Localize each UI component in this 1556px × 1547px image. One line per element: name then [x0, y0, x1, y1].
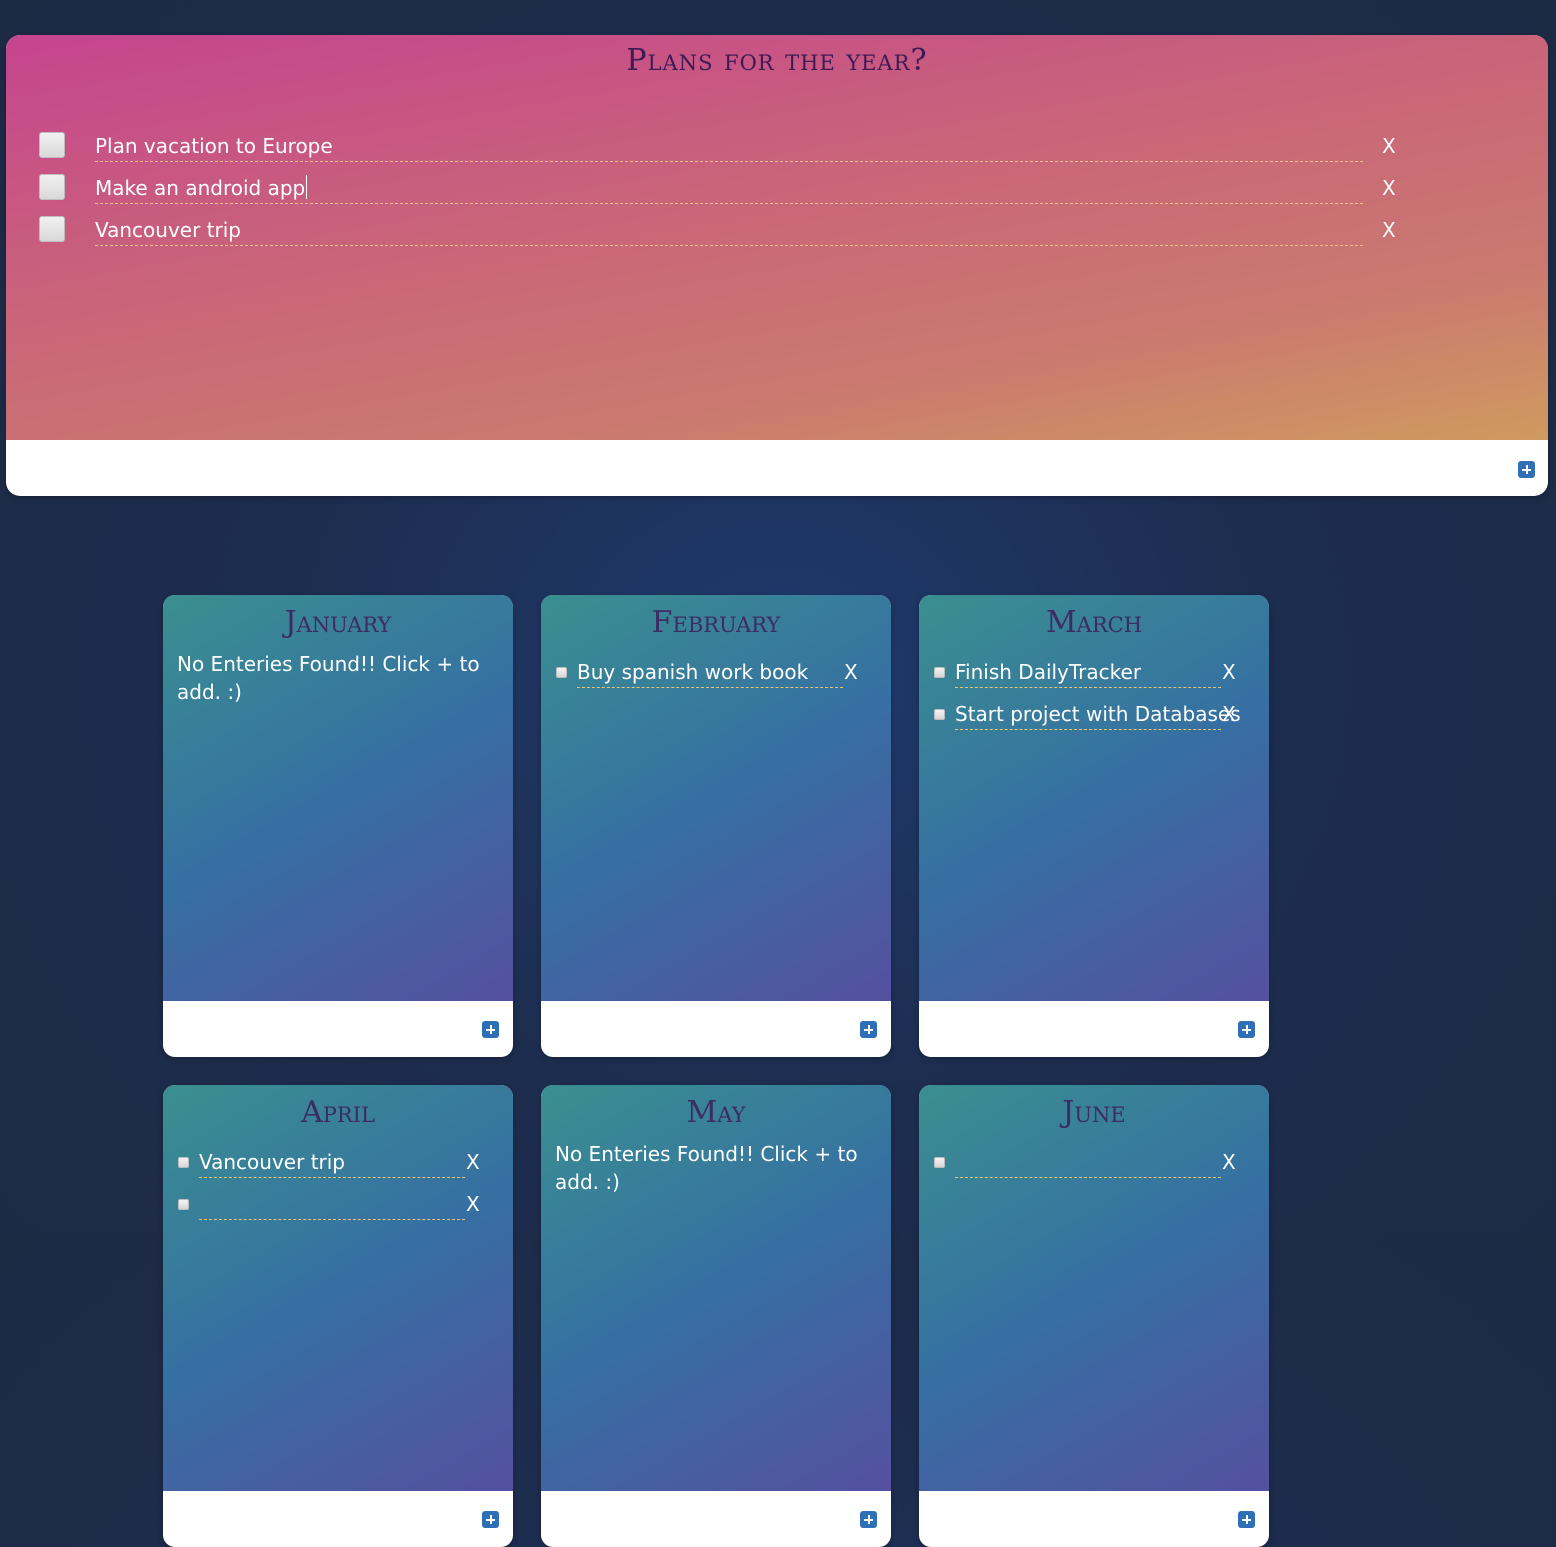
month-card-june: June X — [919, 1085, 1269, 1547]
month-item-checkbox[interactable] — [934, 709, 945, 720]
delete-item-button[interactable]: X — [1382, 173, 1396, 203]
month-title: January — [284, 605, 392, 640]
year-item-text-value: Make an android app — [95, 176, 306, 200]
year-plans-title: Plans for the year? — [626, 43, 928, 78]
text-cursor — [306, 175, 308, 199]
delete-item-button[interactable]: X — [1222, 699, 1236, 729]
delete-item-button[interactable]: X — [466, 1147, 480, 1177]
month-title: May — [686, 1095, 746, 1130]
month-item: Finish DailyTracker X — [919, 653, 1269, 695]
month-item: Start project with Databases X — [919, 695, 1269, 737]
add-month-item-button[interactable] — [1238, 1021, 1255, 1038]
delete-item-button[interactable]: X — [1222, 657, 1236, 687]
month-card-may: May No Enteries Found!! Click + to add. … — [541, 1085, 891, 1547]
year-item: Plan vacation to Europe X — [6, 125, 1548, 167]
month-title: June — [1062, 1095, 1126, 1130]
add-month-item-button[interactable] — [482, 1021, 499, 1038]
year-item-text[interactable]: Vancouver trip — [95, 215, 1363, 246]
delete-item-button[interactable]: X — [1382, 215, 1396, 245]
month-body: February Buy spanish work book X — [541, 595, 891, 1001]
delete-item-button[interactable]: X — [844, 657, 858, 687]
month-title: March — [1045, 605, 1143, 640]
month-item-text[interactable]: Buy spanish work book — [577, 657, 843, 688]
year-item: Make an android app X — [6, 167, 1548, 209]
month-item-checkbox[interactable] — [178, 1199, 189, 1210]
month-card-january: January No Enteries Found!! Click + to a… — [163, 595, 513, 1057]
delete-item-button[interactable]: X — [1222, 1147, 1236, 1177]
month-title: February — [651, 605, 781, 640]
month-item: Vancouver trip X — [163, 1143, 513, 1185]
year-item-checkbox[interactable] — [39, 216, 65, 242]
month-item-checkbox[interactable] — [556, 667, 567, 678]
empty-message: No Enteries Found!! Click + to add. :) — [177, 652, 480, 704]
month-item-text[interactable]: Vancouver trip — [199, 1147, 465, 1178]
delete-item-button[interactable]: X — [466, 1189, 480, 1219]
month-item-checkbox[interactable] — [178, 1157, 189, 1168]
year-plans-panel: Plans for the year? Plan vacation to Eur… — [6, 35, 1548, 496]
add-month-item-button[interactable] — [860, 1021, 877, 1038]
month-body: January No Enteries Found!! Click + to a… — [163, 595, 513, 1001]
month-item: X — [163, 1185, 513, 1227]
month-card-march: March Finish DailyTracker X Start projec… — [919, 595, 1269, 1057]
add-year-item-button[interactable] — [1518, 461, 1535, 478]
month-item-checkbox[interactable] — [934, 1157, 945, 1168]
month-item-text[interactable]: Finish DailyTracker — [955, 657, 1221, 688]
month-body: June X — [919, 1085, 1269, 1491]
add-month-item-button[interactable] — [482, 1511, 499, 1528]
month-item-checkbox[interactable] — [934, 667, 945, 678]
year-item-checkbox[interactable] — [39, 132, 65, 158]
month-item-text[interactable] — [199, 1189, 465, 1220]
year-item: Vancouver trip X — [6, 209, 1548, 251]
month-item-text[interactable] — [955, 1147, 1221, 1178]
month-title: April — [301, 1095, 375, 1130]
month-item: Buy spanish work book X — [541, 653, 891, 695]
month-card-april: April Vancouver trip X X — [163, 1085, 513, 1547]
year-item-checkbox[interactable] — [39, 174, 65, 200]
year-item-text[interactable]: Plan vacation to Europe — [95, 131, 1363, 162]
delete-item-button[interactable]: X — [1382, 131, 1396, 161]
month-body: March Finish DailyTracker X Start projec… — [919, 595, 1269, 1001]
month-card-february: February Buy spanish work book X — [541, 595, 891, 1057]
year-item-text-editing[interactable]: Make an android app — [95, 173, 1363, 204]
month-body: May No Enteries Found!! Click + to add. … — [541, 1085, 891, 1491]
month-item: X — [919, 1143, 1269, 1185]
month-item-text[interactable]: Start project with Databases — [955, 699, 1241, 730]
add-month-item-button[interactable] — [1238, 1511, 1255, 1528]
month-body: April Vancouver trip X X — [163, 1085, 513, 1491]
add-month-item-button[interactable] — [860, 1511, 877, 1528]
empty-message: No Enteries Found!! Click + to add. :) — [555, 1142, 858, 1194]
year-plans-body: Plans for the year? Plan vacation to Eur… — [6, 35, 1548, 440]
